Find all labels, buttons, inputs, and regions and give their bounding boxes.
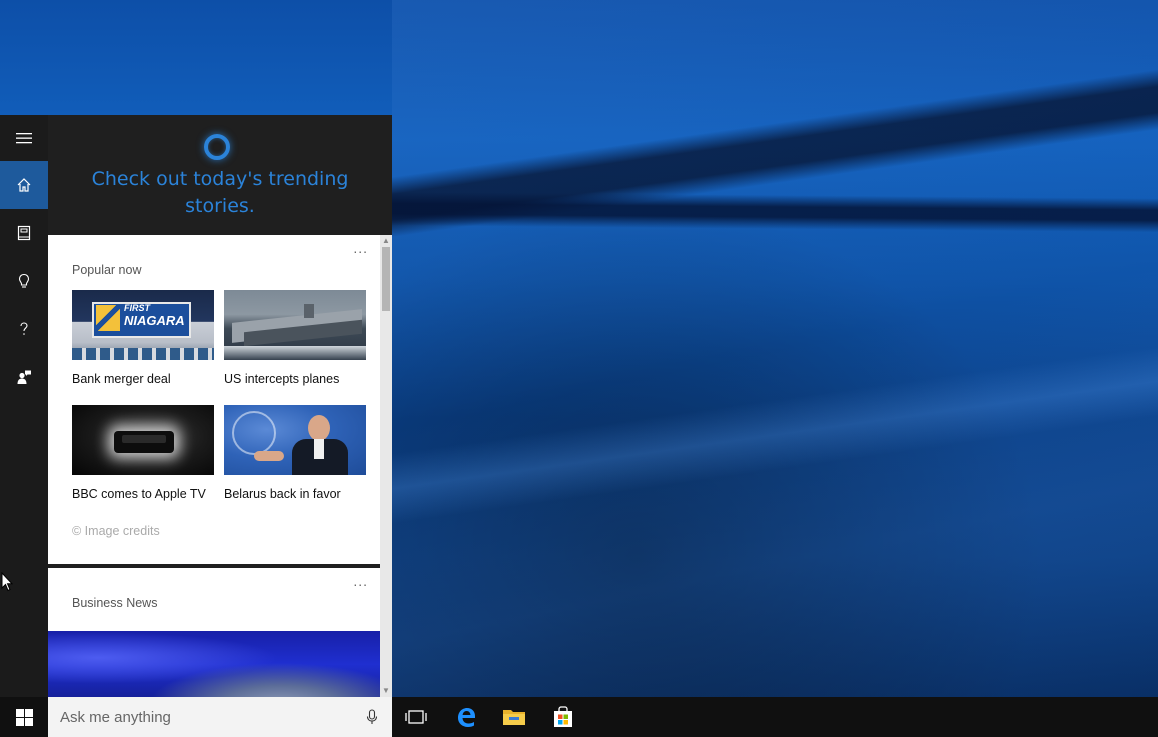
- image-credits-link[interactable]: © Image credits: [72, 524, 160, 538]
- scroll-up-arrow-icon[interactable]: ▲: [380, 235, 392, 247]
- story-caption: US intercepts planes: [224, 372, 340, 386]
- cortana-nav-rail: [0, 115, 48, 697]
- story-tile-us-intercepts[interactable]: US intercepts planes: [224, 290, 366, 386]
- search-input[interactable]: [48, 697, 348, 737]
- store-bag-icon: [554, 706, 572, 727]
- task-view-button[interactable]: [392, 697, 440, 737]
- mouse-cursor-icon: [1, 572, 13, 592]
- edge-browser-button[interactable]: [442, 697, 490, 737]
- notebook-icon: [17, 225, 31, 241]
- cortana-feed: ... Popular now FIRST NIAGARA Bank merge…: [48, 235, 380, 697]
- feedback-person-icon: [17, 370, 31, 384]
- lightbulb-icon: [18, 273, 30, 288]
- story-image-belarus: [224, 405, 366, 475]
- wallpaper-light-beam: [392, 0, 1158, 697]
- rail-item-help[interactable]: [0, 305, 48, 353]
- cortana-ring-icon: [204, 134, 230, 160]
- cortana-header: Check out today's trending stories.: [48, 115, 392, 235]
- rail-item-home[interactable]: [0, 161, 48, 209]
- cortana-search-box[interactable]: [48, 697, 392, 737]
- story-tile-bank-merger[interactable]: FIRST NIAGARA Bank merger deal: [72, 290, 214, 386]
- rail-item-notebook[interactable]: [0, 209, 48, 257]
- start-button[interactable]: [0, 697, 48, 737]
- rail-item-reminders[interactable]: [0, 257, 48, 305]
- business-news-image[interactable]: [48, 631, 380, 697]
- popular-more-button[interactable]: ...: [353, 241, 368, 255]
- task-view-icon: [405, 710, 427, 724]
- business-news-title: Business News: [72, 596, 158, 610]
- popular-now-card: ... Popular now FIRST NIAGARA Bank merge…: [48, 235, 380, 564]
- edge-icon: [458, 708, 475, 727]
- story-tile-bbc-apple-tv[interactable]: BBC comes to Apple TV: [72, 405, 214, 501]
- popular-now-title: Popular now: [72, 263, 142, 277]
- bank-sign-text-main: NIAGARA: [124, 313, 185, 328]
- wallpaper-dark-band: [392, 191, 1158, 233]
- store-button[interactable]: [539, 697, 587, 737]
- taskbar: [0, 697, 1158, 737]
- question-mark-icon: [20, 322, 28, 335]
- microphone-icon[interactable]: [366, 709, 378, 725]
- story-caption: Belarus back in favor: [224, 487, 341, 501]
- story-tile-belarus[interactable]: Belarus back in favor: [224, 405, 366, 501]
- story-caption: BBC comes to Apple TV: [72, 487, 206, 501]
- business-more-button[interactable]: ...: [353, 574, 368, 588]
- story-image-bank: FIRST NIAGARA: [72, 290, 214, 360]
- hamburger-menu-button[interactable]: [0, 115, 48, 161]
- home-icon: [17, 178, 31, 192]
- story-caption: Bank merger deal: [72, 372, 171, 386]
- story-image-apple-tv: [72, 405, 214, 475]
- hamburger-icon: [16, 133, 32, 144]
- windows-logo-icon: [15, 708, 33, 726]
- rail-item-feedback[interactable]: [0, 353, 48, 401]
- scrollbar-thumb[interactable]: [382, 247, 390, 311]
- scroll-down-arrow-icon[interactable]: ▼: [380, 685, 392, 697]
- cortana-greeting: Check out today's trending stories.: [91, 168, 349, 217]
- cortana-panel: Check out today's trending stories. ... …: [0, 115, 392, 697]
- folder-icon: [503, 710, 525, 725]
- bank-sign-text-top: FIRST: [124, 303, 150, 313]
- story-image-carrier: [224, 290, 366, 360]
- file-explorer-button[interactable]: [490, 697, 538, 737]
- feed-scrollbar[interactable]: ▲ ▼: [380, 235, 392, 697]
- business-news-card: ... Business News: [48, 568, 380, 697]
